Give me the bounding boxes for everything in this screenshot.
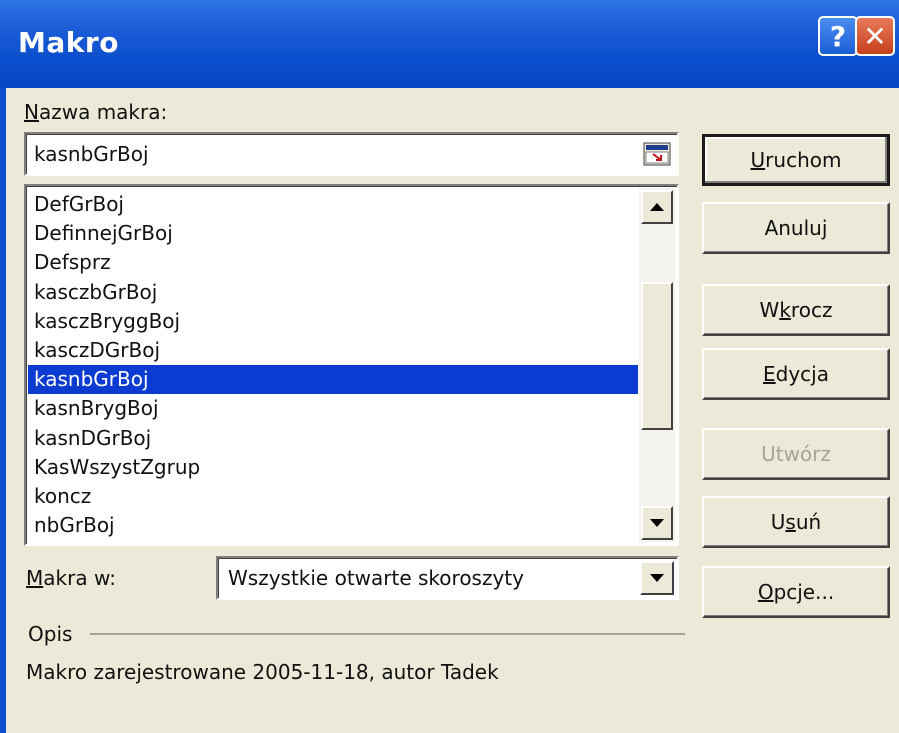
list-item[interactable]: kasnBrygBoj bbox=[28, 394, 638, 423]
macros-in-label: Makra w: bbox=[26, 566, 116, 590]
macro-list-items: DefGrBoj DefinnejGrBoj Defsprz kasczbGrB… bbox=[28, 190, 638, 540]
list-scrollbar[interactable] bbox=[639, 188, 675, 542]
scroll-down-button[interactable] bbox=[641, 506, 673, 540]
arrow-down-icon bbox=[650, 519, 664, 527]
title-bar[interactable]: Makro ? ✕ bbox=[0, 0, 899, 88]
create-button: Utwórz bbox=[702, 428, 890, 480]
macro-list[interactable]: DefGrBoj DefinnejGrBoj Defsprz kasczbGrB… bbox=[24, 184, 679, 546]
list-item[interactable]: kasczbGrBoj bbox=[28, 278, 638, 307]
macros-in-value: Wszystkie otwarte skoroszyty bbox=[228, 566, 524, 590]
help-icon: ? bbox=[829, 19, 847, 53]
scroll-up-button[interactable] bbox=[641, 190, 673, 224]
arrow-up-icon bbox=[650, 203, 664, 211]
step-into-button[interactable]: Wk rocz bbox=[702, 284, 890, 336]
cancel-button[interactable]: Anuluj bbox=[702, 202, 890, 254]
macro-name-input[interactable]: kasnbGrBoj bbox=[24, 132, 679, 176]
macro-name-label: Nazwa makra: bbox=[24, 100, 168, 124]
description-heading: Opis bbox=[28, 622, 73, 646]
list-item[interactable]: KasWszystZgrup bbox=[28, 453, 638, 482]
run-button[interactable]: Uruchom bbox=[702, 134, 890, 186]
delete-button[interactable]: Us uń bbox=[702, 496, 890, 548]
description-divider bbox=[90, 633, 685, 635]
list-item[interactable]: kasczDGrBoj bbox=[28, 336, 638, 365]
window-title: Makro bbox=[18, 26, 119, 59]
list-item[interactable]: nbGrBoj bbox=[28, 511, 638, 540]
list-item[interactable]: koncz bbox=[28, 482, 638, 511]
help-button[interactable]: ? bbox=[818, 16, 858, 56]
list-item[interactable]: DefinnejGrBoj bbox=[28, 219, 638, 248]
collapse-dialog-icon[interactable] bbox=[643, 142, 671, 166]
edit-button[interactable]: Edycja bbox=[702, 348, 890, 400]
chevron-down-icon bbox=[650, 574, 664, 582]
macros-in-select[interactable]: Wszystkie otwarte skoroszyty bbox=[216, 556, 679, 600]
list-item[interactable]: Defsprz bbox=[28, 248, 638, 277]
description-text: Makro zarejestrowane 2005-11-18, autor T… bbox=[26, 660, 499, 684]
close-icon: ✕ bbox=[863, 19, 887, 53]
list-item[interactable]: DefGrBoj bbox=[28, 190, 638, 219]
options-button[interactable]: Opcje... bbox=[702, 566, 890, 618]
list-item-selected[interactable]: kasnbGrBoj bbox=[28, 365, 638, 395]
list-item[interactable]: kasnDGrBoj bbox=[28, 424, 638, 453]
list-item[interactable]: kasczBryggBoj bbox=[28, 307, 638, 336]
scroll-thumb[interactable] bbox=[641, 282, 673, 430]
window-frame-left bbox=[0, 88, 6, 733]
macro-name-value: kasnbGrBoj bbox=[34, 142, 149, 166]
close-button[interactable]: ✕ bbox=[855, 16, 895, 56]
macro-dialog: Makro ? ✕ Nazwa makra: kasnbGrBoj DefGrB… bbox=[0, 0, 899, 733]
dropdown-button[interactable] bbox=[640, 561, 674, 595]
